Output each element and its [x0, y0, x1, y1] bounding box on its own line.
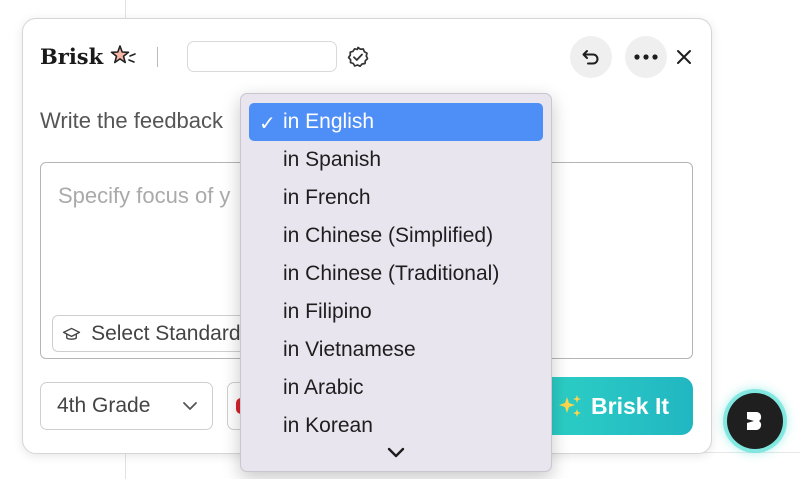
checkmark-icon: ✓ [259, 113, 276, 135]
brisk-logo-icon [747, 412, 762, 430]
brisk-launcher-button[interactable] [727, 393, 783, 449]
select-standards-label: Select Standards [91, 321, 251, 345]
graduation-cap-icon [62, 327, 81, 340]
language-dropdown-menu: ✓ in English in Spanish in French in Chi… [240, 93, 552, 472]
language-option[interactable]: in Vietnamese [249, 331, 543, 369]
brand-name: Brisk [40, 43, 104, 69]
language-option[interactable]: in Arabic [249, 369, 543, 407]
title-input[interactable] [187, 41, 337, 72]
chevron-down-icon [387, 447, 405, 458]
undo-icon [582, 50, 599, 65]
language-option[interactable]: ✓ in English [249, 103, 543, 141]
brand: Brisk [40, 40, 139, 72]
grade-select[interactable]: 4th Grade [40, 382, 213, 430]
focus-placeholder: Specify focus of y [58, 183, 231, 208]
ellipsis-icon [634, 54, 658, 60]
brisk-it-label: Brisk It [591, 392, 669, 419]
undo-button[interactable] [570, 36, 612, 78]
badge-check-icon[interactable] [346, 45, 370, 69]
scroll-down-button[interactable] [384, 442, 408, 462]
close-icon [677, 50, 691, 64]
sparkles-icon [559, 395, 582, 417]
language-option[interactable]: in Spanish [249, 141, 543, 179]
chevron-down-icon [183, 402, 197, 410]
select-standards-button[interactable]: Select Standards [52, 315, 252, 352]
grade-value: 4th Grade [57, 394, 151, 417]
more-options-button[interactable] [625, 36, 667, 78]
header-separator [157, 47, 158, 67]
language-option[interactable]: in Filipino [249, 293, 543, 331]
language-option[interactable]: in Korean [249, 407, 543, 445]
sparkle-star-icon [110, 45, 136, 64]
language-option[interactable]: in French [249, 179, 543, 217]
language-option[interactable]: in Chinese (Simplified) [249, 217, 543, 255]
feedback-prompt: Write the feedback [40, 108, 224, 133]
language-option[interactable]: in Chinese (Traditional) [249, 255, 543, 293]
close-button[interactable] [672, 45, 696, 69]
